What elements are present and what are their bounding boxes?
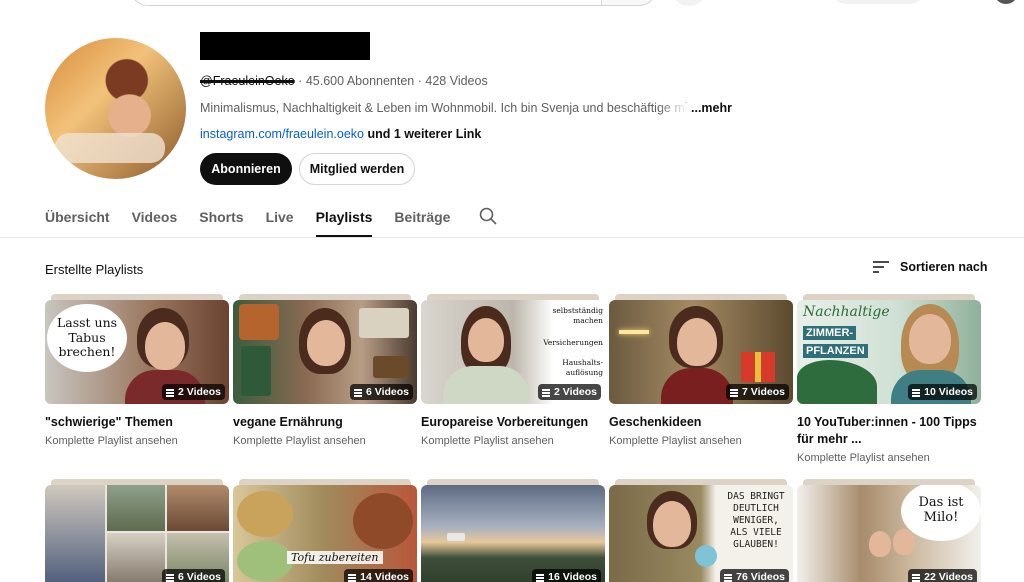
playlist-card[interactable]: 6 Videos [45, 479, 229, 582]
thumb-label: selbstständig machen [552, 306, 603, 325]
view-full-playlist-link[interactable]: Komplette Playlist ansehen [45, 435, 229, 447]
channel-links: instagram.com/fraeulein.oeko und 1 weite… [200, 127, 481, 141]
playlist-thumbnail[interactable]: 6 Videos [45, 479, 229, 582]
playlist-thumbnail[interactable]: 16 Videos [421, 479, 605, 582]
tab-posts[interactable]: Beiträge [394, 199, 450, 237]
channel-avatar [45, 38, 186, 179]
channel-handle: @FraeuleinOeko [200, 74, 295, 88]
create-button[interactable] [830, 0, 926, 4]
video-count-badge: 2 Videos [162, 384, 225, 400]
playlist-card[interactable]: 7 Videos Geschenkideen Komplette Playlis… [609, 294, 793, 447]
playlist-thumbnail[interactable]: 7 Videos [609, 294, 793, 404]
video-count-badge: 16 Videos [532, 569, 601, 582]
playlist-title[interactable]: 10 YouTuber:innen - 100 Tipps für mehr .… [797, 414, 981, 448]
video-count-badge: 2 Videos [538, 384, 601, 400]
thumb-label: ZIMMER- [803, 326, 857, 340]
playlist-thumbnail[interactable]: Tofu zubereiten 14 Videos [233, 479, 417, 582]
tab-playlists[interactable]: Playlists [315, 199, 372, 237]
playlist-card[interactable]: 6 Videos vegane Ernährung Komplette Play… [233, 294, 417, 447]
sort-label: Sortieren nach [900, 260, 988, 274]
playlist-thumbnail[interactable]: 6 Videos [233, 294, 417, 404]
video-count-badge: 14 Videos [344, 569, 413, 582]
playlist-card[interactable]: DAS BRINGT DEUTLICH WENIGER, ALS VIELE G… [609, 479, 793, 582]
instagram-link[interactable]: instagram.com/fraeulein.oeko [200, 127, 364, 141]
video-count-badge: 10 Videos [908, 384, 977, 400]
join-member-button[interactable]: Mitglied werden [299, 153, 415, 185]
video-count-badge: 7 Videos [726, 384, 789, 400]
playlist-title[interactable]: "schwierige" Themen [45, 414, 229, 431]
sort-icon [873, 261, 889, 273]
playlist-card[interactable]: selbstständig machen Versicherungen Haus… [421, 294, 605, 447]
video-count-badge: 6 Videos [162, 569, 225, 582]
view-full-playlist-link[interactable]: Komplette Playlist ansehen [421, 435, 605, 447]
thumb-speech-bubble: Das ist Milo! [901, 485, 981, 541]
video-count: 428 Videos [425, 74, 488, 88]
view-full-playlist-link[interactable]: Komplette Playlist ansehen [797, 452, 981, 464]
playlist-card[interactable]: Tofu zubereiten 14 Videos [233, 479, 417, 582]
playlist-card[interactable]: Nachhaltige ZIMMER- PFLANZEN 10 Videos 1… [797, 294, 981, 464]
playlist-thumbnail[interactable]: Nachhaltige ZIMMER- PFLANZEN 10 Videos [797, 294, 981, 404]
thumb-label: DAS BRINGT DEUTLICH WENIGER, ALS VIELE G… [727, 491, 785, 550]
description-fade [657, 102, 688, 115]
playlist-title[interactable]: Europareise Vorbereitungen [421, 414, 605, 431]
tabs-divider [0, 237, 1024, 238]
tab-shorts[interactable]: Shorts [199, 199, 243, 237]
tab-overview[interactable]: Übersicht [45, 199, 110, 237]
channel-description[interactable]: Minimalismus, Nachhaltigkeit & Leben im … [200, 101, 732, 115]
thumb-label: PFLANZEN [803, 344, 868, 358]
tab-videos[interactable]: Videos [132, 199, 178, 237]
channel-meta: @FraeuleinOeko · 45.600 Abonnenten · 428… [200, 74, 488, 88]
section-title: Erstellte Playlists [45, 262, 144, 277]
thumb-label: Nachhaltige [803, 304, 890, 320]
subscribe-button[interactable]: Abonnieren [200, 153, 292, 185]
video-count-badge: 22 Videos [908, 569, 977, 582]
playlist-thumbnail[interactable]: DAS BRINGT DEUTLICH WENIGER, ALS VIELE G… [609, 479, 793, 582]
playlist-card[interactable]: 16 Videos [421, 479, 605, 582]
view-full-playlist-link[interactable]: Komplette Playlist ansehen [233, 435, 417, 447]
channel-tabs: Übersicht Videos Shorts Live Playlists B… [45, 199, 498, 237]
description-text: Minimalismus, Nachhaltigkeit & Leben im … [200, 101, 688, 115]
channel-name-redacted [200, 32, 370, 60]
playlist-thumbnail[interactable]: Lasst uns Tabus brechen! 2 Videos [45, 294, 229, 404]
view-full-playlist-link[interactable]: Komplette Playlist ansehen [609, 435, 793, 447]
subscriber-count: 45.600 Abonnenten [305, 74, 415, 88]
sort-button[interactable]: Sortieren nach [872, 259, 988, 275]
thumb-speech-bubble: Lasst uns Tabus brechen! [47, 304, 127, 372]
thumb-label: Haushalts- auflösung [562, 358, 603, 377]
account-avatar[interactable] [994, 0, 1018, 4]
playlist-card[interactable]: Lasst uns Tabus brechen! 2 Videos "schwi… [45, 294, 229, 447]
more-link[interactable]: ...mehr [691, 101, 732, 115]
meta-separator: · [298, 74, 306, 88]
search-button[interactable] [601, 0, 657, 6]
tab-live[interactable]: Live [266, 199, 294, 237]
search-box[interactable] [130, 0, 602, 6]
video-count-badge: 76 Videos [720, 569, 789, 582]
voice-search-button[interactable] [671, 0, 707, 6]
thumb-label: Tofu zubereiten [287, 551, 383, 564]
thumb-label: Versicherungen [543, 338, 603, 347]
playlist-thumbnail[interactable]: Das ist Milo! 22 Videos [797, 479, 981, 582]
video-count-badge: 6 Videos [350, 384, 413, 400]
search-icon[interactable] [478, 206, 498, 226]
playlist-title[interactable]: vegane Ernährung [233, 414, 417, 431]
playlist-card[interactable]: Das ist Milo! 22 Videos [797, 479, 981, 582]
playlist-thumbnail[interactable]: selbstständig machen Versicherungen Haus… [421, 294, 605, 404]
playlist-title[interactable]: Geschenkideen [609, 414, 793, 431]
extra-links[interactable]: und 1 weiterer Link [367, 127, 481, 141]
